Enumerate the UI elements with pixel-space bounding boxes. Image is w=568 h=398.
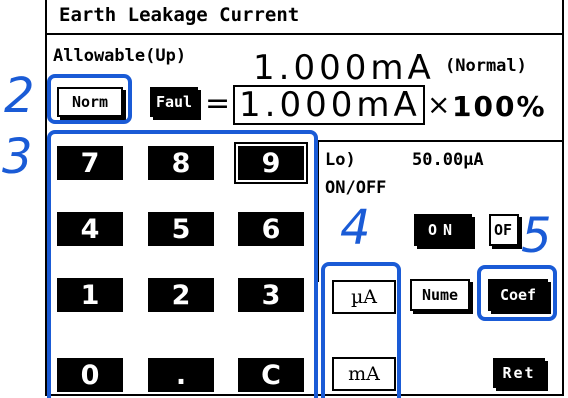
coef-value: 1.000mA — [239, 85, 421, 125]
allowable-label: Allowable(Up) — [53, 46, 187, 66]
title-bar: Earth Leakage Current — [47, 0, 562, 35]
allowable-value: 1.000mA — [253, 48, 435, 88]
callout-4: 4 — [340, 200, 371, 256]
equals-sign: = — [205, 86, 231, 121]
multiply-sign: × — [427, 88, 451, 121]
highlight-coef — [477, 265, 557, 321]
callout-2: 2 — [4, 68, 35, 124]
nume-button[interactable]: Nume — [410, 279, 470, 311]
on-off-label: ON/OFF — [325, 178, 387, 198]
faul-button[interactable]: Faul — [150, 87, 198, 117]
highlight-keypad — [47, 130, 318, 398]
ret-button[interactable]: Ret — [493, 358, 545, 388]
callout-3: 3 — [2, 129, 33, 185]
callout-5: 5 — [521, 208, 552, 264]
mode-label: (Normal) — [445, 56, 527, 76]
page-title: Earth Leakage Current — [59, 4, 300, 26]
on-button[interactable]: ON — [414, 214, 472, 246]
coef-value-field[interactable]: 1.000mA — [233, 85, 425, 125]
off-button-label: OF — [494, 221, 513, 239]
off-button[interactable]: OF — [489, 214, 519, 246]
highlight-units — [321, 262, 401, 398]
percent-value: 100% — [452, 90, 547, 123]
lo-label: Lo) — [325, 150, 356, 170]
lo-value: 50.00µA — [412, 150, 484, 170]
highlight-norm — [47, 74, 132, 124]
